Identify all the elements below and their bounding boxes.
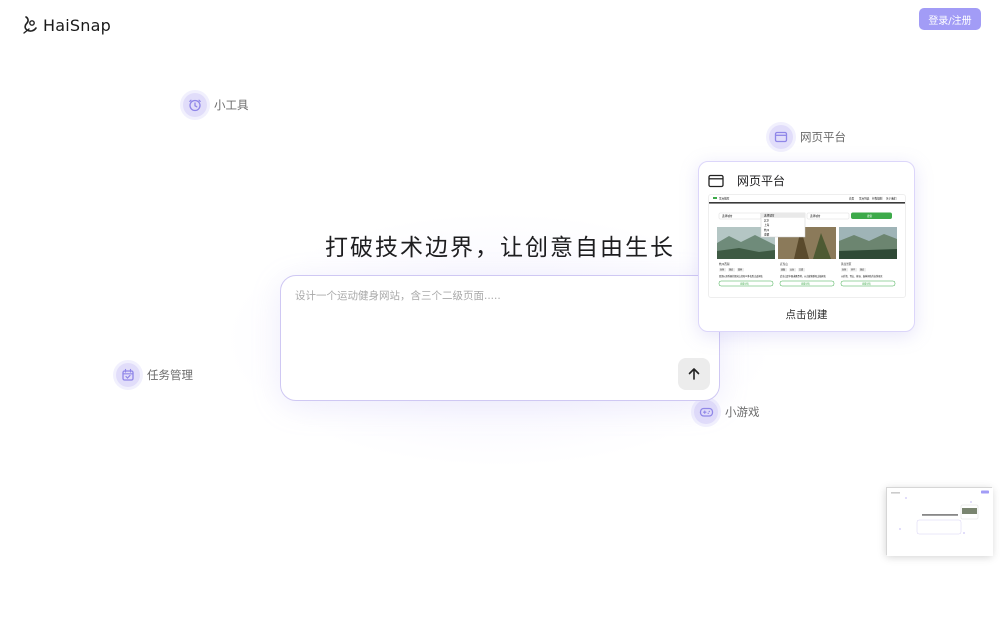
page-thumbnail[interactable]: [886, 487, 993, 556]
card-create-label[interactable]: 点击创建: [699, 307, 914, 322]
chip-web-platform[interactable]: 网页平台: [769, 125, 846, 149]
arrow-up-icon: [688, 368, 700, 380]
preview-dropdown-option-0: 选择城市: [764, 214, 775, 218]
login-register-button[interactable]: 登录/注册: [919, 8, 981, 30]
logo[interactable]: HaiSnap: [22, 13, 111, 37]
prompt-input[interactable]: [295, 290, 675, 302]
preview-dropdown-option-2: 上海: [764, 223, 770, 227]
send-button[interactable]: [678, 358, 710, 390]
preview-nav-2: 行程规划: [872, 197, 883, 201]
preview-spot-button-0: 查看详情: [740, 282, 750, 286]
preview-spot-desc-1: 武当山是中国道教圣地，以古建筑群和太极闻名: [780, 274, 826, 278]
preview-nav-1: 景点列表: [859, 197, 870, 201]
preview-select-value-2: 选择城市: [810, 214, 821, 218]
preview-spot-name-0: 杭州西湖: [719, 262, 730, 266]
preview-nav-3: 关于我们: [886, 197, 897, 201]
template-card-web-platform[interactable]: 网页平台 景点推荐 首页 景点列表 行程规划 关于我们 选择城市 选择城市 搜索: [698, 161, 915, 332]
preview-spot-name-1: 武当山: [780, 262, 788, 266]
preview-dropdown-option-3: 杭州: [764, 228, 770, 232]
calendar-check-icon: [116, 363, 140, 387]
gamepad-icon: [694, 400, 718, 424]
chip-tools-label: 小工具: [214, 98, 249, 112]
preview-select-value: 选择城市: [722, 214, 733, 218]
preview-spot-name-2: 黄龙景区: [841, 262, 852, 266]
page-thumbnail-graphic: [887, 488, 993, 556]
logo-icon: [23, 16, 37, 34]
prompt-box: [280, 275, 720, 401]
preview-spot-card: 黄龙景区 自然 钙华 湖泊 以彩池、雪山、峡谷、森林闻名的自然景区 查看详情: [840, 262, 896, 287]
chip-task-management-label: 任务管理: [147, 368, 193, 382]
preview-spot-button-1: 查看详情: [801, 282, 811, 286]
chip-mini-games[interactable]: 小游戏: [694, 400, 760, 424]
browser-window-icon: [769, 125, 793, 149]
preview-nav-0: 首页: [849, 197, 855, 201]
preview-spot-desc-2: 以彩池、雪山、峡谷、森林闻名的自然景区: [841, 274, 883, 278]
preview-search-button: 搜索: [867, 214, 873, 218]
preview-dropdown-option-1: 北京: [764, 218, 770, 222]
chip-task-management[interactable]: 任务管理: [116, 363, 193, 387]
card-title: 网页平台: [737, 174, 786, 188]
preview-spot-card: 武当山 道教 山岳 古建 武当山是中国道教圣地，以古建筑群和太极闻名 查看详情: [779, 262, 835, 287]
preview-site-name: 景点推荐: [719, 197, 730, 201]
clock-icon: [183, 93, 207, 117]
chip-web-platform-label: 网页平台: [800, 130, 846, 144]
browser-window-icon: [708, 174, 724, 187]
preview-spot-desc-0: 西湖以其秀丽的湖光山色和众多名胜古迹闻名: [719, 274, 763, 278]
preview-spot-button-2: 查看详情: [862, 282, 872, 286]
card-preview: 景点推荐 首页 景点列表 行程规划 关于我们 选择城市 选择城市 搜索 选择城市…: [708, 194, 906, 298]
card-header: 网页平台: [708, 172, 785, 189]
chip-mini-games-label: 小游戏: [725, 405, 760, 419]
chip-tools[interactable]: 小工具: [183, 93, 249, 117]
logo-text: HaiSnap: [43, 15, 111, 35]
preview-spot-card: 杭州西湖 自然 湖泊 园林 西湖以其秀丽的湖光山色和众多名胜古迹闻名 查看详情: [718, 262, 774, 287]
preview-dropdown-option-4: 成都: [764, 233, 770, 237]
